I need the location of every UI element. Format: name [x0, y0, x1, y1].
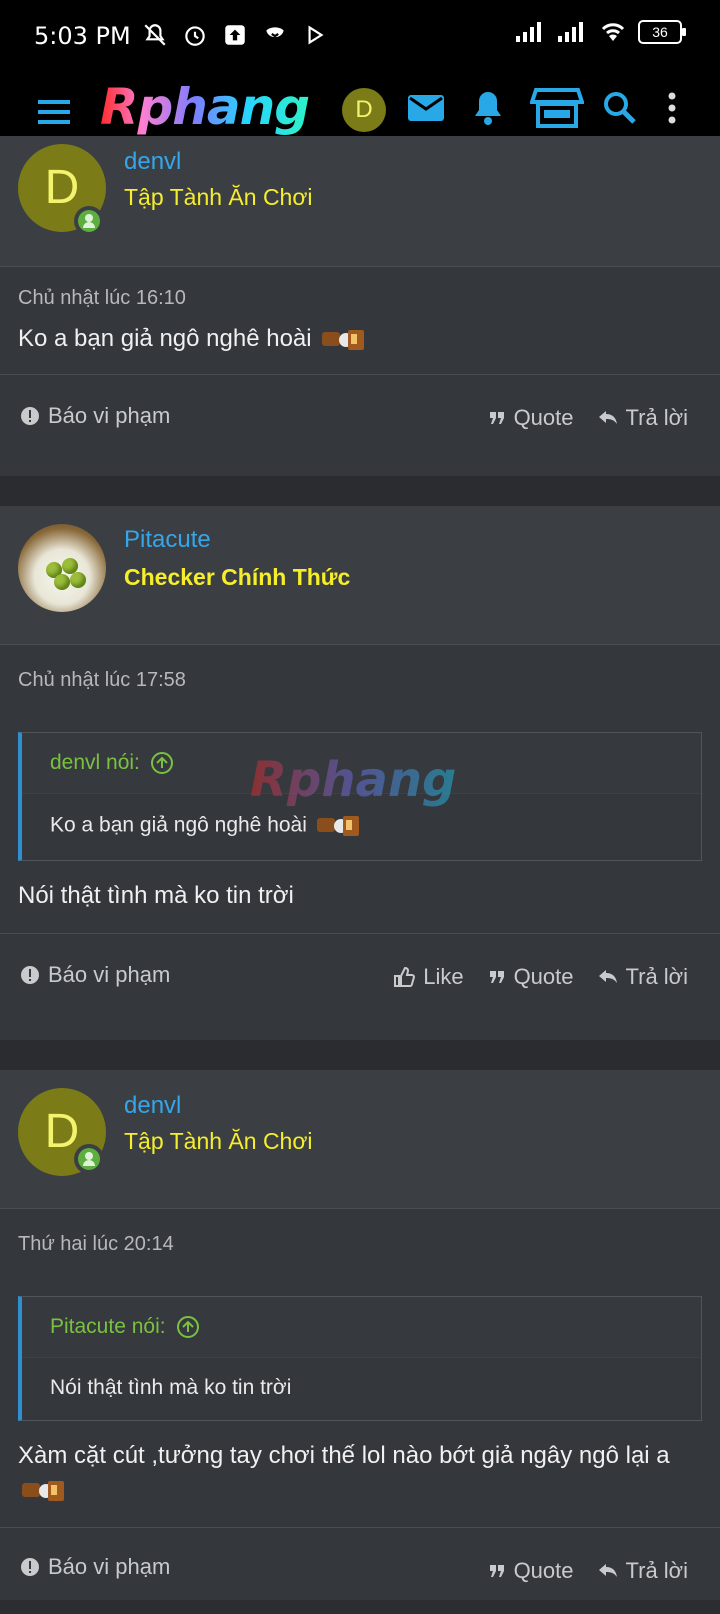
arrow-up-circle-icon[interactable]	[150, 751, 174, 775]
upload-icon	[225, 25, 245, 45]
quote-text: Ko a bạn giả ngô nghê hoài	[50, 813, 307, 837]
mute-icon	[144, 24, 166, 46]
store-icon[interactable]	[530, 86, 584, 130]
account-avatar[interactable]: D	[342, 88, 386, 132]
quote-icon	[489, 1565, 504, 1577]
post-actions: Quote Trả lời	[488, 1558, 688, 1584]
online-status-icon	[74, 206, 104, 236]
post-header: D denvl Tập Tành Ăn Chơi	[0, 136, 720, 267]
reply-label: Trả lời	[625, 964, 689, 989]
user-title: Tập Tành Ăn Chơi	[124, 1128, 313, 1154]
more-vert-icon[interactable]	[660, 86, 684, 130]
report-label: Báo vi phạm	[48, 962, 171, 987]
signal-icon	[516, 22, 541, 42]
arrow-up-circle-icon[interactable]	[176, 1315, 200, 1339]
post-date[interactable]: Chủ nhật lúc 16:10	[0, 267, 720, 310]
emoji-sticker-icon	[22, 1480, 64, 1501]
reply-label: Trả lời	[625, 405, 689, 430]
quote-label: Quote	[513, 405, 574, 430]
report-button[interactable]: Báo vi phạm	[20, 1554, 170, 1580]
quote-icon	[489, 971, 504, 983]
status-bar: 5:03 PM 36	[0, 0, 720, 72]
report-label: Báo vi phạm	[48, 403, 171, 428]
post-1: D denvl Tập Tành Ăn Chơi Chủ nhật lúc 16…	[0, 136, 720, 476]
online-status-icon	[74, 1144, 104, 1174]
post-footer: Báo vi phạm Like Quote Trả lời	[0, 933, 720, 1020]
post-header: D denvl Tập Tành Ăn Chơi	[0, 1070, 720, 1209]
reply-icon	[598, 411, 617, 424]
alarm-icon	[185, 26, 205, 46]
status-right-icons: 36	[514, 20, 686, 44]
post-body-text: Xàm cặt cút ,tưởng tay chơi thế lol nào …	[18, 1442, 670, 1469]
post-header: Pitacute Checker Chính Thức	[0, 506, 720, 645]
report-label: Báo vi phạm	[48, 1554, 171, 1579]
alert-icon	[21, 966, 39, 984]
post-separator	[0, 1040, 720, 1070]
report-button[interactable]: Báo vi phạm	[20, 962, 170, 988]
wifi-icon	[601, 23, 625, 41]
quote-button[interactable]: Quote	[488, 405, 574, 431]
reply-button[interactable]: Trả lời	[598, 964, 689, 990]
status-left-icons	[142, 22, 328, 48]
reply-button[interactable]: Trả lời	[598, 405, 689, 431]
post-footer: Báo vi phạm Quote Trả lời	[0, 374, 720, 461]
quote-header[interactable]: Pitacute nói:	[22, 1297, 701, 1358]
post-username[interactable]: Pitacute	[124, 526, 211, 554]
app-notification-icon	[266, 27, 284, 38]
alert-icon	[21, 407, 39, 425]
reply-icon	[598, 970, 617, 983]
reply-button[interactable]: Trả lời	[598, 1558, 689, 1584]
user-avatar[interactable]	[18, 524, 106, 612]
mail-icon[interactable]	[404, 86, 448, 130]
emoji-sticker-icon	[322, 329, 365, 350]
post-footer: Báo vi phạm Quote Trả lời	[0, 1527, 720, 1614]
site-logo[interactable]: Rphang	[100, 78, 310, 136]
watermark-logo: Rphang	[250, 752, 457, 808]
user-title: Checker Chính Thức	[124, 564, 351, 590]
quote-label: Quote	[513, 964, 574, 989]
like-button[interactable]: Like	[393, 964, 464, 990]
reply-label: Trả lời	[625, 1558, 689, 1583]
menu-icon[interactable]	[36, 94, 72, 130]
post-actions: Quote Trả lời	[488, 405, 688, 431]
post-date[interactable]: Thứ hai lúc 20:14	[0, 1209, 720, 1256]
quote-label: Quote	[513, 1558, 574, 1583]
post-body: Nói thật tình mà ko tin trời	[18, 882, 294, 909]
like-label: Like	[423, 964, 464, 989]
quote-body: Nói thật tình mà ko tin trời	[22, 1358, 701, 1420]
search-icon[interactable]	[598, 86, 642, 130]
post-username[interactable]: denvl	[124, 1092, 181, 1120]
post-3: D denvl Tập Tành Ăn Chơi Thứ hai lúc 20:…	[0, 1070, 720, 1600]
quote-block: Pitacute nói: Nói thật tình mà ko tin tr…	[18, 1296, 702, 1421]
alert-icon	[21, 1558, 39, 1576]
report-button[interactable]: Báo vi phạm	[20, 403, 170, 429]
bell-icon[interactable]	[466, 86, 510, 130]
status-time: 5:03 PM	[34, 22, 131, 50]
post-actions: Like Quote Trả lời	[393, 964, 688, 990]
reply-icon	[598, 1564, 617, 1577]
quote-author: denvl nói:	[50, 751, 140, 774]
post-username[interactable]: denvl	[124, 148, 181, 176]
quote-icon	[489, 412, 504, 424]
post-date[interactable]: Chủ nhật lúc 17:58	[0, 645, 720, 692]
post-body: Xàm cặt cút ,tưởng tay chơi thế lol nào …	[0, 1421, 720, 1507]
quote-button[interactable]: Quote	[488, 1558, 574, 1584]
play-store-icon	[308, 25, 324, 45]
user-title: Tập Tành Ăn Chơi	[124, 184, 313, 210]
thumbs-up-icon	[394, 966, 416, 987]
emoji-sticker-icon	[316, 816, 359, 836]
post-body: Ko a bạn giả ngô nghê hoài	[0, 310, 720, 356]
quote-author: Pitacute nói:	[50, 1315, 166, 1338]
post-separator	[0, 476, 720, 506]
battery-level: 36	[652, 24, 668, 40]
post-body-text: Ko a bạn giả ngô nghê hoài	[18, 325, 312, 352]
signal-icon-2	[558, 22, 583, 42]
battery-icon: 36	[638, 20, 686, 44]
quote-button[interactable]: Quote	[488, 964, 574, 990]
